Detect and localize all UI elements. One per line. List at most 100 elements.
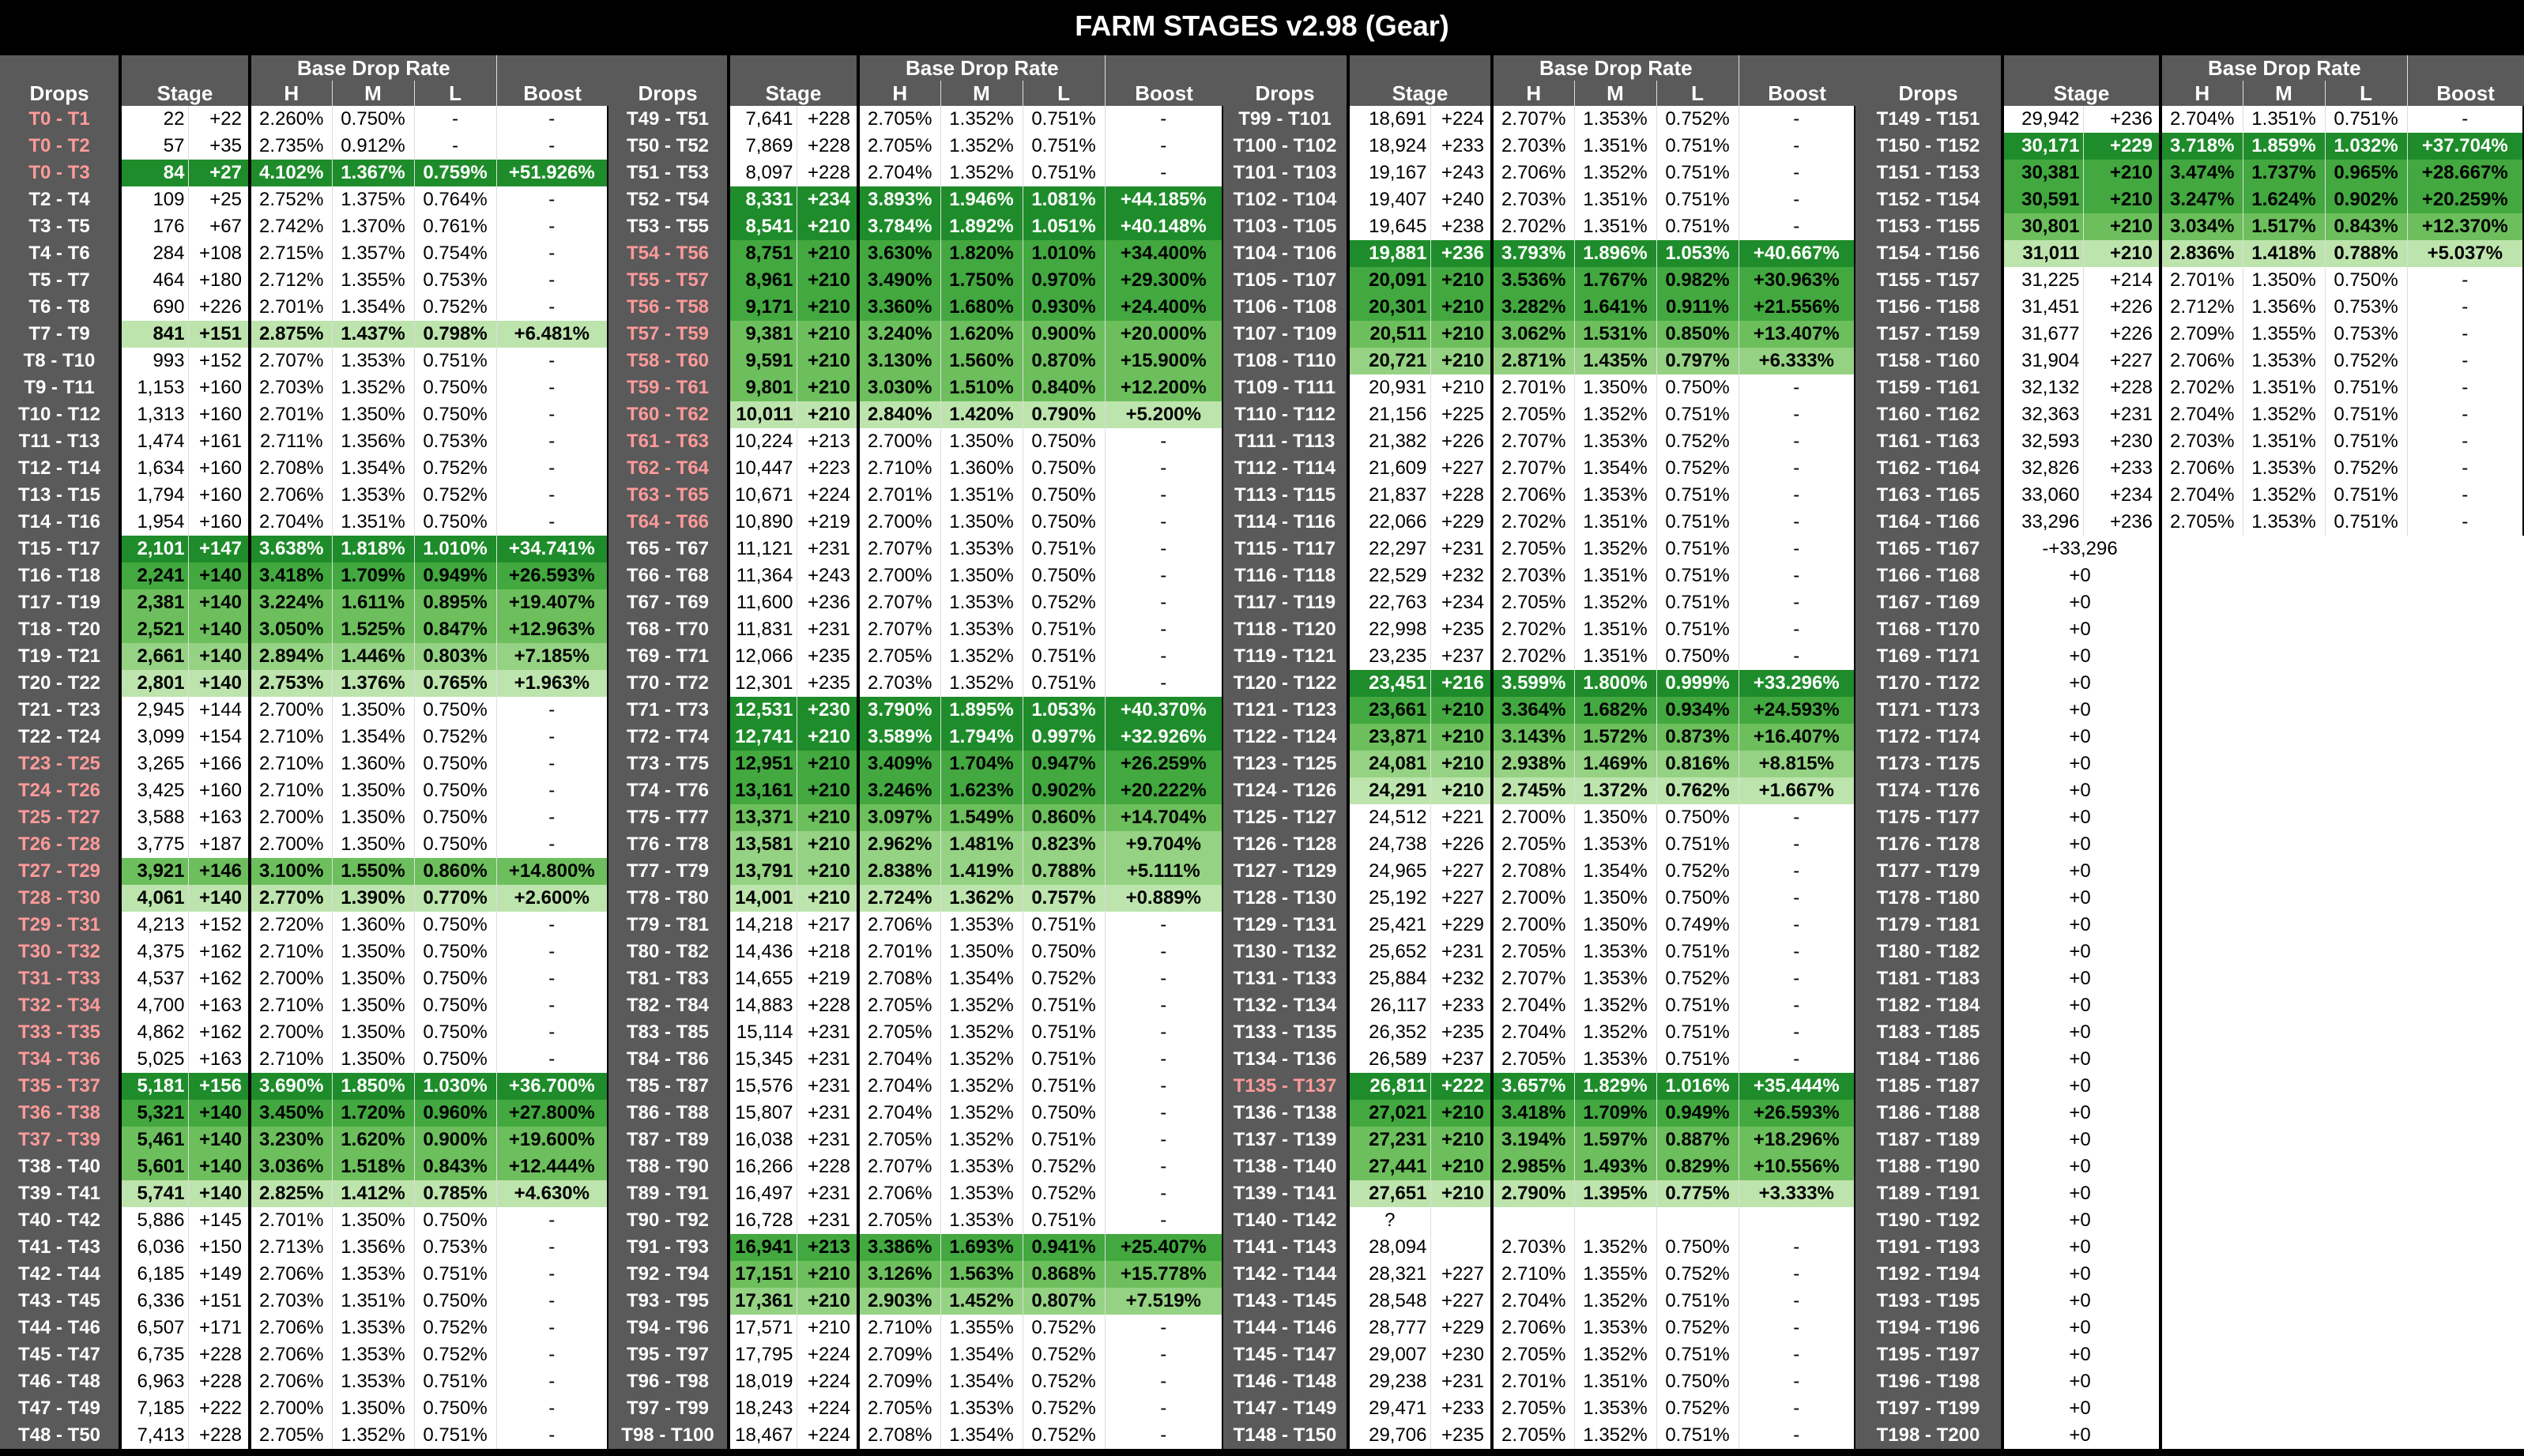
table-row: T137 - T139 27,231 +210 3.194% 1.597% 0.887% +…	[1223, 1127, 1858, 1153]
m-rate-cell: 1.353%	[1574, 428, 1657, 455]
h-rate-cell: 2.710%	[1492, 1261, 1575, 1288]
h-rate-cell: 2.702%	[1492, 213, 1575, 240]
drops-cell: T102 - T104	[1223, 186, 1350, 213]
drops-cell: T171 - T173	[1855, 697, 2004, 724]
m-rate-cell: 1.352%	[940, 1019, 1023, 1046]
boost-cell: +32.926%	[1105, 724, 1226, 751]
table-row: T125 - T127 24,512 +221 2.700% 1.350% 0.750% -	[1223, 804, 1858, 831]
table-row: T156 - T158 31,451 +226 2.712% 1.356% 0.753% -	[1855, 294, 2524, 321]
h-rate-cell: 2.701%	[1492, 1368, 1575, 1395]
m-rate-cell: 1.767%	[1574, 267, 1657, 294]
stage-delta-cell: +226	[2083, 321, 2162, 348]
header-row-columns: Drops Stage H M L Boost	[1855, 81, 2524, 106]
table-row: T30 - T32 4,375 +162 2.710% 1.350% 0.750% -	[0, 939, 611, 965]
drops-cell: T5 - T7	[0, 267, 122, 294]
stage-delta-cell: +224	[797, 1368, 860, 1395]
stage-delta-cell: +210	[1430, 1180, 1494, 1207]
blank-cell	[2160, 697, 2524, 724]
h-rate-cell: 2.712%	[250, 267, 333, 294]
stage-delta-cell: +224	[1430, 106, 1494, 133]
drops-cell: T151 - T153	[1855, 160, 2004, 186]
l-header: L	[1023, 81, 1106, 106]
h-rate-cell: 3.599%	[1492, 670, 1575, 697]
boost-cell: -	[2407, 428, 2524, 455]
boost-cell: -	[2407, 455, 2524, 482]
table-row: T91 - T93 16,941 +213 3.386% 1.693% 0.941% +25…	[608, 1234, 1226, 1261]
h-rate-cell: 2.790%	[1492, 1180, 1575, 1207]
drops-cell: T65 - T67	[608, 536, 730, 562]
table-row: T183 - T185 +0	[1855, 1019, 2524, 1046]
stage-delta-cell: +0	[2002, 1180, 2162, 1207]
m-rate-cell: 1.550%	[332, 858, 415, 885]
stage-delta-cell: +0	[2002, 697, 2162, 724]
stage-delta-cell: +228	[797, 160, 860, 186]
boost-cell: +18.296%	[1739, 1127, 1858, 1153]
drops-cell: T17 - T19	[0, 589, 122, 616]
h-rate-cell: 2.707%	[858, 1153, 941, 1180]
l-rate-cell: 0.751%	[1023, 992, 1106, 1019]
h-rate-cell: 2.705%	[250, 1422, 333, 1449]
stage-delta-cell: +0	[2002, 643, 2162, 670]
stage-value-cell: 23,871	[1348, 724, 1431, 751]
drops-cell: T27 - T29	[0, 858, 122, 885]
drops-cell: T101 - T103	[1223, 160, 1350, 186]
l-rate-cell: 0.750%	[414, 1288, 497, 1315]
stage-value-cell: 29,942	[2002, 106, 2084, 133]
h-rate-cell: 2.701%	[1492, 374, 1575, 401]
table-row: T33 - T35 4,862 +162 2.700% 1.350% 0.750% -	[0, 1019, 611, 1046]
boost-cell: -	[496, 724, 611, 751]
l-rate-cell: 0.751%	[1023, 536, 1106, 562]
stage-delta-cell: +0	[2002, 831, 2162, 858]
boost-cell: -	[496, 992, 611, 1019]
boost-cell: -	[1105, 509, 1226, 536]
m-rate-cell: 1.353%	[2243, 455, 2326, 482]
l-rate-cell	[1656, 1207, 1739, 1234]
m-rate-cell: 1.352%	[940, 106, 1023, 133]
stage-delta-cell: +237	[1430, 1046, 1494, 1073]
boost-cell: -	[496, 777, 611, 804]
m-rate-cell: 1.352%	[1574, 1234, 1657, 1261]
h-rate-cell: 2.703%	[1492, 1234, 1575, 1261]
stage-delta-cell: +232	[1430, 562, 1494, 589]
table-row: T46 - T48 6,963 +228 2.706% 1.353% 0.751% -	[0, 1368, 611, 1395]
m-rate-cell: 1.572%	[1574, 724, 1657, 751]
stage-value-cell: 2,801	[120, 670, 189, 697]
table-row: T78 - T80 14,001 +210 2.724% 1.362% 0.757% +0.…	[608, 885, 1226, 912]
table-row: T40 - T42 5,886 +145 2.701% 1.350% 0.750% -	[0, 1207, 611, 1234]
header-row-top: Base Drop Rate	[1223, 55, 1856, 81]
table-row: T13 - T15 1,794 +160 2.706% 1.353% 0.752% -	[0, 482, 611, 509]
stage-delta-cell: +231	[797, 1046, 860, 1073]
drops-cell: T47 - T49	[0, 1395, 122, 1422]
drops-header: Drops	[0, 81, 122, 106]
m-rate-cell: 1.946%	[940, 186, 1023, 213]
stage-delta-cell: +243	[797, 562, 860, 589]
boost-cell: +15.778%	[1105, 1261, 1226, 1288]
boost-cell: -	[496, 428, 611, 455]
table-row: T148 - T150 29,706 +235 2.705% 1.352% 0.751% -	[1223, 1422, 1858, 1449]
stage-value-cell: 32,363	[2002, 401, 2084, 428]
boost-cell: +6.333%	[1739, 348, 1858, 374]
h-header: H	[1492, 81, 1575, 106]
stage-value-cell: 28,094	[1348, 1234, 1431, 1261]
m-rate-cell: 1.517%	[2243, 213, 2326, 240]
boost-cell: -	[1739, 106, 1858, 133]
l-rate-cell: 0.751%	[1023, 670, 1106, 697]
stage-value-cell: 3,588	[120, 804, 189, 831]
l-rate-cell: 0.750%	[414, 1207, 497, 1234]
stage-value-cell: 19,407	[1348, 186, 1431, 213]
table-row: T164 - T166 33,296 +236 2.705% 1.353% 0.751% -	[1855, 509, 2524, 536]
stage-value-cell: 22,066	[1348, 509, 1431, 536]
m-rate-cell: 1.680%	[940, 294, 1023, 321]
m-rate-cell: 1.563%	[940, 1261, 1023, 1288]
base-drop-rate-header: Base Drop Rate	[250, 55, 497, 81]
stage-delta-cell: +0	[2002, 1046, 2162, 1073]
h-rate-cell: 2.770%	[250, 885, 333, 912]
drops-cell: T116 - T118	[1223, 562, 1350, 589]
m-rate-cell: 1.356%	[2243, 294, 2326, 321]
h-rate-cell: 2.701%	[250, 1207, 333, 1234]
h-rate-cell: 3.536%	[1492, 267, 1575, 294]
stage-delta-cell: +221	[1430, 804, 1494, 831]
l-rate-cell: 0.750%	[1656, 374, 1739, 401]
drops-cell: T61 - T63	[608, 428, 730, 455]
blank-cell	[2160, 1046, 2524, 1073]
